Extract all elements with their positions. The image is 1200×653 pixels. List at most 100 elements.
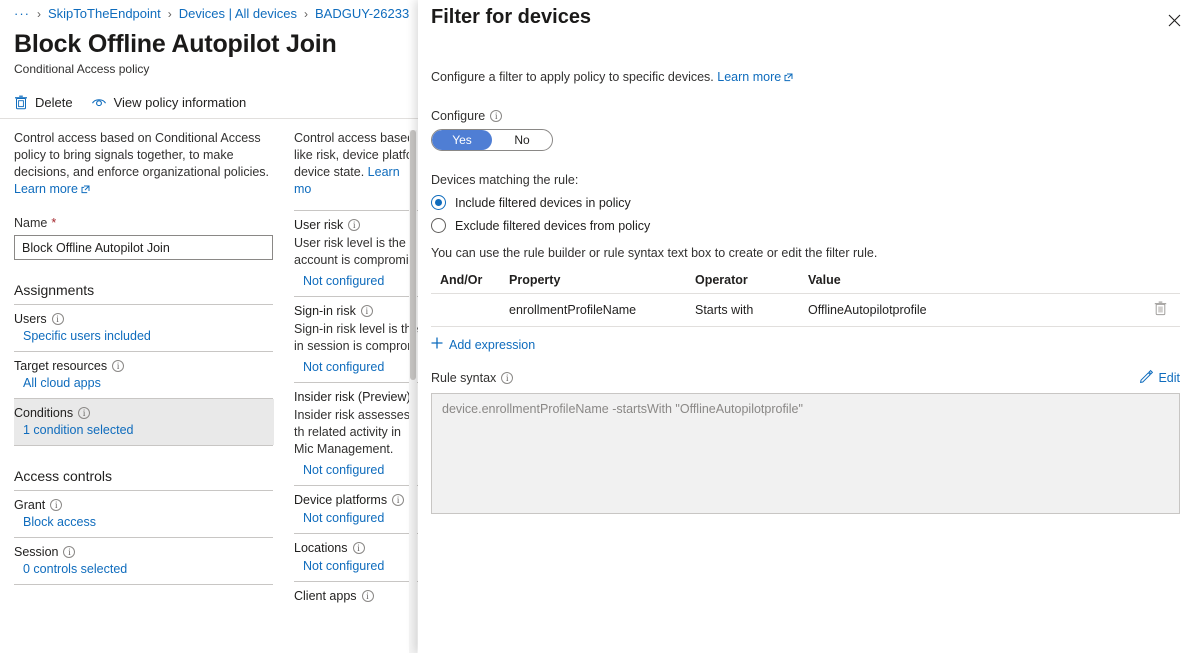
condition-sign-in-risk[interactable]: Sign-in risk i Sign-in risk level is the…	[294, 297, 420, 382]
cell-property[interactable]: enrollmentProfileName	[509, 303, 695, 317]
assignments-header: Assignments	[14, 282, 95, 298]
cell-operator[interactable]: Starts with	[695, 303, 808, 317]
breadcrumb-overflow-button[interactable]: ···	[14, 6, 30, 21]
radio-include-filtered-devices[interactable]: Include filtered devices in policy	[431, 195, 1195, 210]
assignment-group-users[interactable]: Users i Specific users included	[14, 305, 274, 351]
sign-in-risk-value-link[interactable]: Not configured	[294, 360, 420, 374]
column-header-property: Property	[509, 272, 561, 287]
info-icon[interactable]: i	[63, 546, 76, 558]
grant-value-link[interactable]: Block access	[14, 515, 274, 529]
assignment-group-target-resources[interactable]: Target resources i All cloud apps	[14, 352, 274, 398]
cell-value[interactable]: OfflineAutopilotprofile	[808, 303, 1140, 317]
radio-exclude-filtered-devices[interactable]: Exclude filtered devices from policy	[431, 218, 1195, 233]
user-risk-label-text: User risk	[294, 218, 344, 232]
session-value-link[interactable]: 0 controls selected	[14, 562, 274, 576]
configure-toggle[interactable]: Yes No	[431, 129, 553, 151]
eye-icon	[91, 95, 107, 109]
device-platforms-value-link[interactable]: Not configured	[294, 511, 420, 525]
access-controls-header: Access controls	[14, 468, 113, 484]
radio-button-icon[interactable]	[431, 218, 446, 233]
breadcrumb-separator: ›	[167, 6, 172, 21]
delete-button[interactable]: Delete	[14, 95, 73, 110]
configure-toggle-no[interactable]: No	[492, 130, 552, 150]
policy-learn-more-link[interactable]: Learn more	[14, 182, 78, 196]
info-icon[interactable]: i	[348, 219, 361, 231]
users-value-link[interactable]: Specific users included	[14, 329, 274, 343]
rule-syntax-textarea[interactable]: device.enrollmentProfileName -startsWith…	[431, 393, 1180, 514]
info-icon[interactable]: i	[50, 499, 63, 511]
info-icon[interactable]: i	[490, 110, 503, 122]
devices-matching-label: Devices matching the rule:	[431, 173, 579, 187]
rule-syntax-label: Rule syntax i	[431, 371, 514, 385]
target-resources-value-link[interactable]: All cloud apps	[14, 376, 274, 390]
policy-description: Control access based on Conditional Acce…	[14, 130, 274, 199]
radio-button-icon[interactable]	[431, 195, 446, 210]
breadcrumb: ··· › SkipToTheEndpoint › Devices | All …	[14, 6, 409, 21]
page-title-more-button[interactable]: ···	[288, 40, 307, 56]
breadcrumb-item-skiptotheendpoint[interactable]: SkipToTheEndpoint	[48, 6, 161, 21]
page-subtitle: Conditional Access policy	[14, 62, 150, 76]
sign-in-risk-label: Sign-in risk i	[294, 304, 420, 318]
locations-value-link[interactable]: Not configured	[294, 559, 420, 573]
configure-toggle-yes[interactable]: Yes	[432, 130, 492, 150]
locations-label: Locations i	[294, 541, 420, 555]
insider-risk-label-text: Insider risk (Preview)	[294, 390, 411, 404]
edit-rule-syntax-button[interactable]: Edit	[1139, 369, 1180, 386]
policy-column: Control access based on Conditional Acce…	[14, 130, 274, 585]
column-header-value: Value	[808, 272, 841, 287]
session-label: Session i	[14, 545, 274, 559]
trash-icon	[1154, 301, 1167, 319]
user-risk-label: User risk i	[294, 218, 420, 232]
locations-label-text: Locations	[294, 541, 348, 555]
panel-body: Configure a filter to apply policy to sp…	[431, 70, 1195, 653]
panel-description-text: Configure a filter to apply policy to sp…	[431, 70, 714, 84]
condition-insider-risk[interactable]: Insider risk (Preview) Insider risk asse…	[294, 383, 420, 485]
conditions-label-text: Conditions	[14, 406, 74, 420]
close-panel-button[interactable]	[1160, 8, 1188, 36]
column-header-operator: Operator	[695, 272, 748, 287]
access-group-grant[interactable]: Grant i Block access	[14, 491, 274, 537]
grant-label: Grant i	[14, 498, 274, 512]
table-row[interactable]: enrollmentProfileName Starts with Offlin…	[431, 293, 1180, 327]
conditions-description: Control access based like risk, device p…	[294, 130, 420, 198]
blade-scrollbar[interactable]	[409, 130, 417, 653]
user-risk-value-link[interactable]: Not configured	[294, 274, 420, 288]
info-icon[interactable]: i	[392, 494, 405, 506]
info-icon[interactable]: i	[352, 542, 365, 554]
condition-locations[interactable]: Locations i Not configured	[294, 534, 420, 581]
info-icon[interactable]: i	[361, 590, 374, 602]
access-group-session[interactable]: Session i 0 controls selected	[14, 538, 274, 584]
condition-client-apps[interactable]: Client apps i	[294, 582, 420, 614]
conditions-label: Conditions i	[14, 406, 274, 420]
panel-title: Filter for devices	[431, 6, 592, 28]
users-label-text: Users	[14, 312, 47, 326]
policy-name-input[interactable]	[14, 235, 273, 260]
conditions-value-link[interactable]: 1 condition selected	[14, 423, 274, 437]
view-policy-information-button[interactable]: View policy information	[91, 94, 247, 110]
info-icon[interactable]: i	[51, 313, 64, 325]
panel-description: Configure a filter to apply policy to sp…	[431, 70, 1195, 85]
breadcrumb-item-devices-all-devices[interactable]: Devices | All devices	[179, 6, 297, 21]
info-icon[interactable]: i	[112, 360, 125, 372]
breadcrumb-item-badguy-26233[interactable]: BADGUY-26233	[315, 6, 409, 21]
insider-risk-value-link[interactable]: Not configured	[294, 463, 420, 477]
sign-in-risk-description: Sign-in risk level is the in session is …	[294, 322, 419, 353]
divider	[14, 445, 273, 446]
trash-icon	[14, 95, 28, 110]
radio-include-label: Include filtered devices in policy	[455, 195, 631, 210]
filter-for-devices-panel: Filter for devices Configure a filter to…	[418, 0, 1200, 653]
blade-scrollbar-thumb[interactable]	[410, 130, 416, 380]
view-policy-information-label: View policy information	[113, 94, 247, 110]
condition-device-platforms[interactable]: Device platforms i Not configured	[294, 486, 420, 533]
info-icon[interactable]: i	[360, 305, 373, 317]
condition-user-risk[interactable]: User risk i User risk level is the li ac…	[294, 211, 420, 296]
delete-expression-button[interactable]	[1140, 301, 1180, 319]
info-icon[interactable]: i	[501, 371, 514, 384]
info-icon[interactable]: i	[78, 407, 91, 419]
panel-learn-more-link[interactable]: Learn more	[717, 70, 781, 84]
add-expression-button[interactable]: Add expression	[431, 337, 535, 352]
target-resources-label-text: Target resources	[14, 359, 108, 373]
table-header-row: And/Or Property Operator Value	[431, 266, 1180, 293]
assignment-group-conditions[interactable]: Conditions i 1 condition selected	[14, 399, 274, 445]
sign-in-risk-label-text: Sign-in risk	[294, 304, 356, 318]
